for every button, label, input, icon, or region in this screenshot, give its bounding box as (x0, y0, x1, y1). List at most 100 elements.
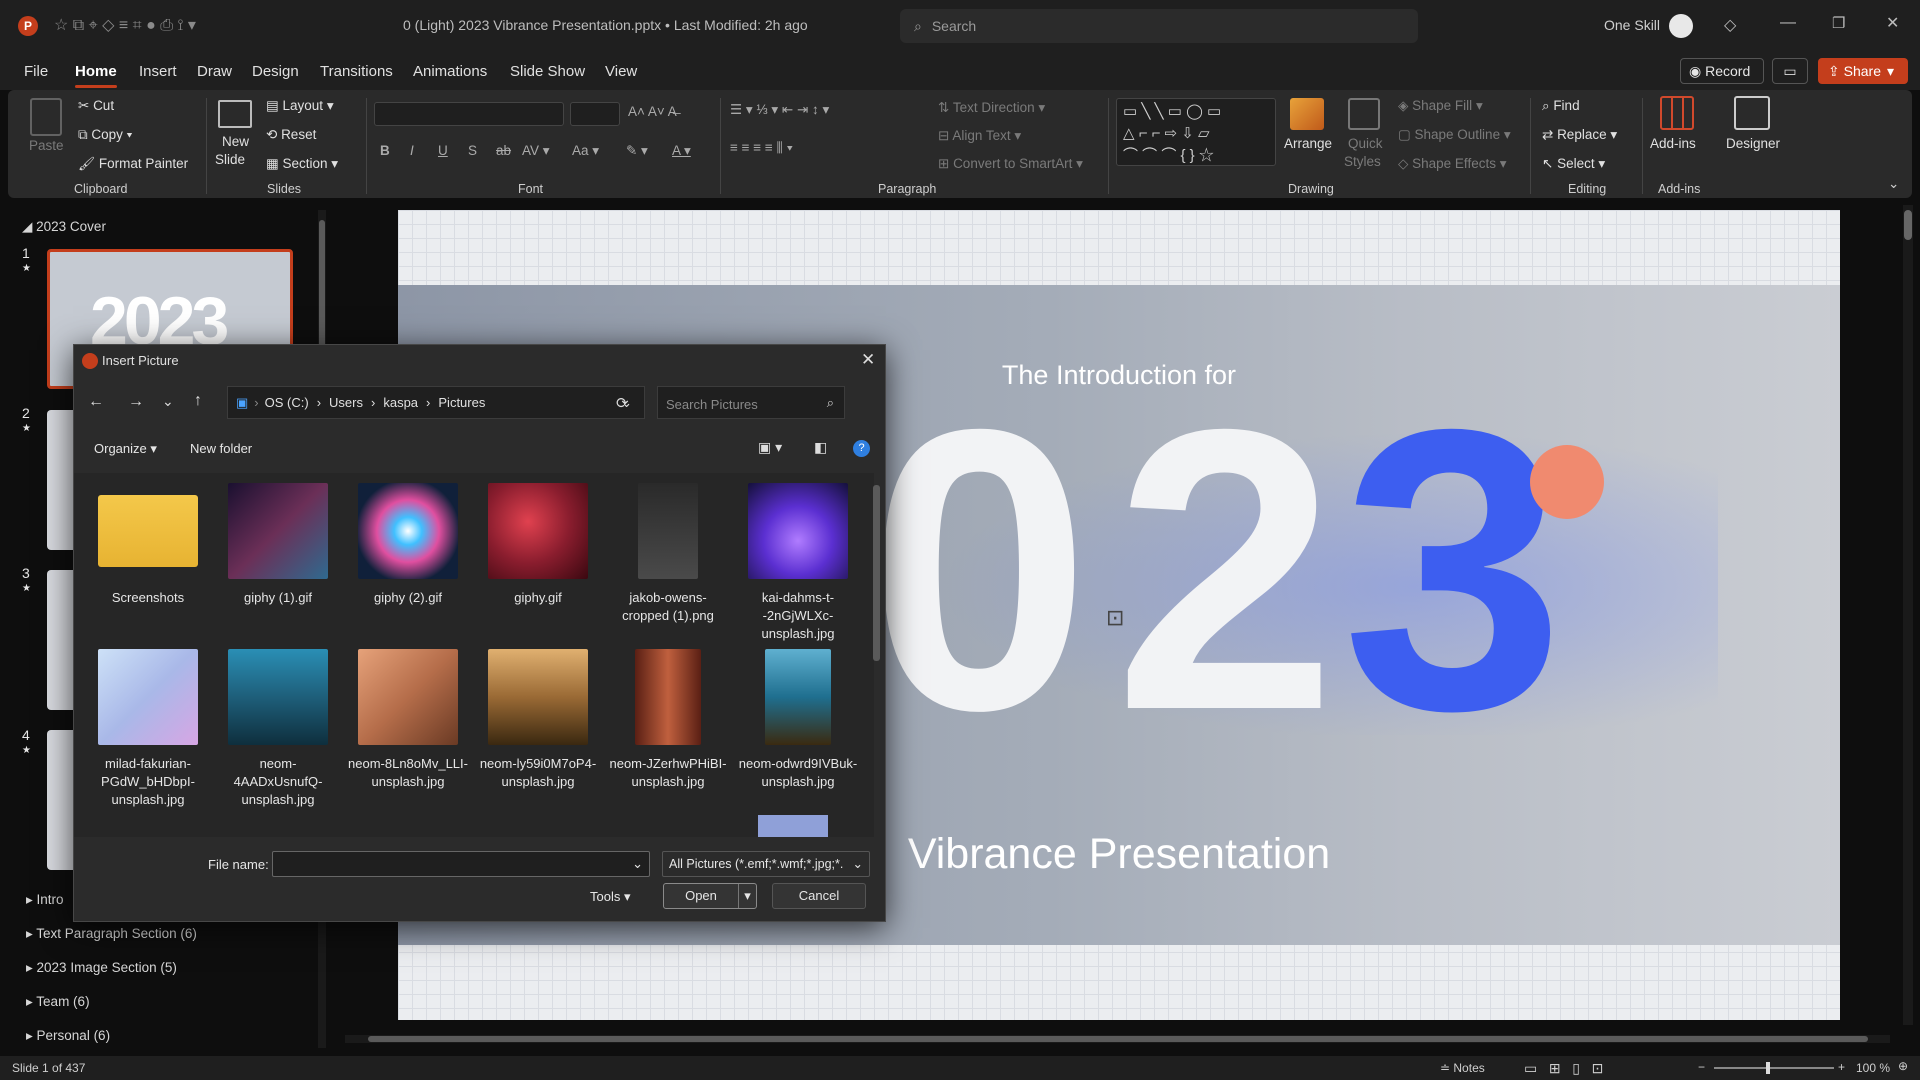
section-header[interactable]: ▸ Intro (26, 892, 64, 908)
font-size-field[interactable] (570, 102, 620, 126)
search-box[interactable]: ⌕ Search (900, 9, 1418, 43)
zoom-in-icon[interactable]: + (1838, 1060, 1845, 1074)
file-item[interactable]: neom-8Ln8oMv_LLI-unsplash.jpg (346, 649, 470, 791)
file-name-input[interactable]: ⌄ (272, 851, 650, 877)
coral-circle[interactable] (1530, 445, 1604, 519)
tab-draw[interactable]: Draw (197, 63, 232, 80)
breadcrumb-pictures[interactable]: Pictures (438, 395, 485, 410)
help-icon[interactable]: ? (853, 440, 870, 457)
breadcrumb-user[interactable]: kaspa (383, 395, 418, 410)
file-item[interactable]: milad-fakurian-PGdW_bHDbpI-unsplash.jpg (86, 649, 210, 809)
section-header-cover[interactable]: ◢ 2023 Cover (22, 219, 106, 235)
file-item-folder[interactable]: Screenshots (86, 483, 210, 607)
bold-button[interactable]: B (380, 143, 390, 158)
new-slide-button[interactable]: New (222, 134, 249, 149)
fit-slide-icon[interactable]: ⊕ (1898, 1059, 1908, 1073)
tab-insert[interactable]: Insert (139, 63, 177, 80)
file-item[interactable]: jakob-owens-cropped (1).png (606, 483, 730, 625)
quick-access-toolbar[interactable]: ☆ ⧉ ⌖ ◇ ≡ ⌗ ● ⎙ ⟟ ▾ (54, 15, 196, 35)
section-header[interactable]: ▸ Text Paragraph Section (6) (26, 926, 197, 942)
copy-button[interactable]: ⧉ Copy ▾ (78, 127, 132, 143)
comments-button[interactable]: ▭ (1772, 58, 1808, 84)
tab-view[interactable]: View (605, 63, 637, 80)
font-size-controls[interactable]: A˄ A˅ A̶ (628, 104, 677, 119)
address-bar[interactable]: ▣ › OS (C:) › Users › kaspa › Pictures ⌄ (227, 386, 645, 419)
designer-button[interactable]: Designer (1726, 136, 1780, 151)
replace-button[interactable]: ⇄ Replace ▾ (1542, 127, 1617, 143)
section-header[interactable]: ▸ 2023 Image Section (5) (26, 960, 177, 976)
file-item[interactable]: kai-dahms-t--2nGjWLXc-unsplash.jpg (736, 483, 860, 643)
user-name[interactable]: One Skill (1604, 17, 1660, 33)
convert-smartart-button[interactable]: ⊞ Convert to SmartArt ▾ (938, 156, 1083, 172)
new-folder-button[interactable]: New folder (190, 441, 252, 456)
italic-button[interactable]: I (410, 143, 414, 158)
section-header[interactable]: ▸ Personal (6) (26, 1028, 110, 1044)
notes-button[interactable]: ≐ Notes (1440, 1061, 1485, 1075)
file-type-select[interactable]: All Pictures (*.emf;*.wmf;*.jpg;*. ⌄ (662, 851, 870, 877)
minimize-icon[interactable]: — (1780, 14, 1796, 32)
align-text-button[interactable]: ⊟ Align Text ▾ (938, 128, 1021, 144)
year-digit-three[interactable]: 3 (1342, 370, 1564, 770)
char-spacing-button[interactable]: AV ▾ (522, 143, 550, 159)
shape-outline-button[interactable]: ▢ Shape Outline ▾ (1398, 127, 1511, 143)
refresh-icon[interactable]: ⟳ (616, 394, 629, 412)
text-direction-button[interactable]: ⇅ Text Direction ▾ (938, 100, 1045, 116)
format-painter-button[interactable]: 🖌 Format Painter (78, 156, 188, 172)
view-options-icon[interactable]: ▣ ▾ (758, 439, 782, 456)
add-ins-button[interactable]: Add-ins (1650, 136, 1696, 151)
restore-icon[interactable]: ❐ (1832, 14, 1845, 32)
file-item[interactable]: giphy.gif (476, 483, 600, 607)
share-button[interactable]: ⇪ Share ▾ (1818, 58, 1908, 84)
find-button[interactable]: ⌕ Find (1542, 98, 1580, 114)
file-item[interactable]: neom-JZerhwPHiBI-unsplash.jpg (606, 649, 730, 791)
list-buttons[interactable]: ☰ ▾ ⅓ ▾ ⇤ ⇥ ↕ ▾ (730, 102, 829, 118)
breadcrumb-drive[interactable]: OS (C:) (265, 395, 309, 410)
underline-button[interactable]: U (438, 143, 448, 158)
tab-design[interactable]: Design (252, 63, 299, 80)
zoom-out-icon[interactable]: − (1698, 1060, 1705, 1074)
up-arrow-icon[interactable]: ↑ (194, 392, 202, 410)
tab-animations[interactable]: Animations (413, 63, 487, 80)
file-list-scrollbar-thumb[interactable] (873, 485, 880, 661)
tab-slide-show[interactable]: Slide Show (510, 63, 585, 80)
search-pictures-input[interactable]: Search Pictures ⌕ (657, 386, 845, 419)
zoom-slider-thumb[interactable] (1766, 1062, 1770, 1074)
tab-transitions[interactable]: Transitions (320, 63, 393, 80)
close-window-icon[interactable]: ✕ (1886, 13, 1899, 33)
open-button[interactable]: Open ▾ (663, 883, 757, 909)
year-digit-two[interactable]: 2 (1114, 370, 1336, 770)
layout-button[interactable]: ▤ Layout ▾ (266, 98, 334, 114)
canvas-scrollbar[interactable] (1903, 205, 1913, 1025)
shapes-gallery[interactable]: ▭ ╲ ╲ ▭ ◯ ▭ △ ⌐ ⌐ ⇨ ⇩ ▱ ⌒ ⌒ ⌒ { } ☆ (1116, 98, 1276, 166)
change-case-button[interactable]: Aa ▾ (572, 143, 599, 159)
select-button[interactable]: ↖ Select ▾ (1542, 156, 1605, 172)
forward-arrow-icon[interactable]: → (128, 393, 144, 411)
year-digit-zero[interactable]: 0 (868, 370, 1091, 770)
recent-locations-icon[interactable]: ⌄ (162, 393, 174, 410)
back-arrow-icon[interactable]: ← (88, 393, 104, 411)
view-buttons[interactable]: ▭ ⊞ ▯ ⊡ (1524, 1060, 1603, 1077)
section-button[interactable]: ▦ Section ▾ (266, 156, 338, 172)
file-item[interactable]: neom-ly59i0M7oP4-unsplash.jpg (476, 649, 600, 791)
avatar[interactable] (1669, 14, 1693, 38)
breadcrumb-users[interactable]: Users (329, 395, 363, 410)
zoom-slider[interactable] (1714, 1067, 1834, 1069)
font-color-icon[interactable]: A ▾ (672, 143, 691, 159)
strikethrough-button[interactable]: ab (496, 143, 511, 158)
file-item[interactable]: neom-odwrd9IVBuk-unsplash.jpg (736, 649, 860, 791)
file-item[interactable]: giphy (2).gif (346, 483, 470, 607)
quick-styles-button[interactable]: Quick (1348, 136, 1383, 151)
tab-home[interactable]: Home (75, 63, 117, 80)
file-item[interactable]: neom-4AADxUsnufQ-unsplash.jpg (216, 649, 340, 809)
organize-button[interactable]: Organize ▾ (94, 441, 157, 457)
highlight-icon[interactable]: ✎ ▾ (626, 143, 648, 159)
file-item[interactable]: giphy (1).gif (216, 483, 340, 607)
arrange-button[interactable]: Arrange (1284, 136, 1332, 151)
record-button[interactable]: ◉ Record (1680, 58, 1764, 84)
cut-button[interactable]: ✂ Cut (78, 98, 114, 114)
shape-fill-button[interactable]: ◈ Shape Fill ▾ (1398, 98, 1483, 114)
section-header[interactable]: ▸ Team (6) (26, 994, 90, 1010)
paste-button[interactable]: Paste (29, 138, 64, 153)
align-buttons[interactable]: ≡ ≡ ≡ ≡ ⫼ ▾ (730, 140, 793, 156)
tools-button[interactable]: Tools ▾ (590, 889, 631, 905)
